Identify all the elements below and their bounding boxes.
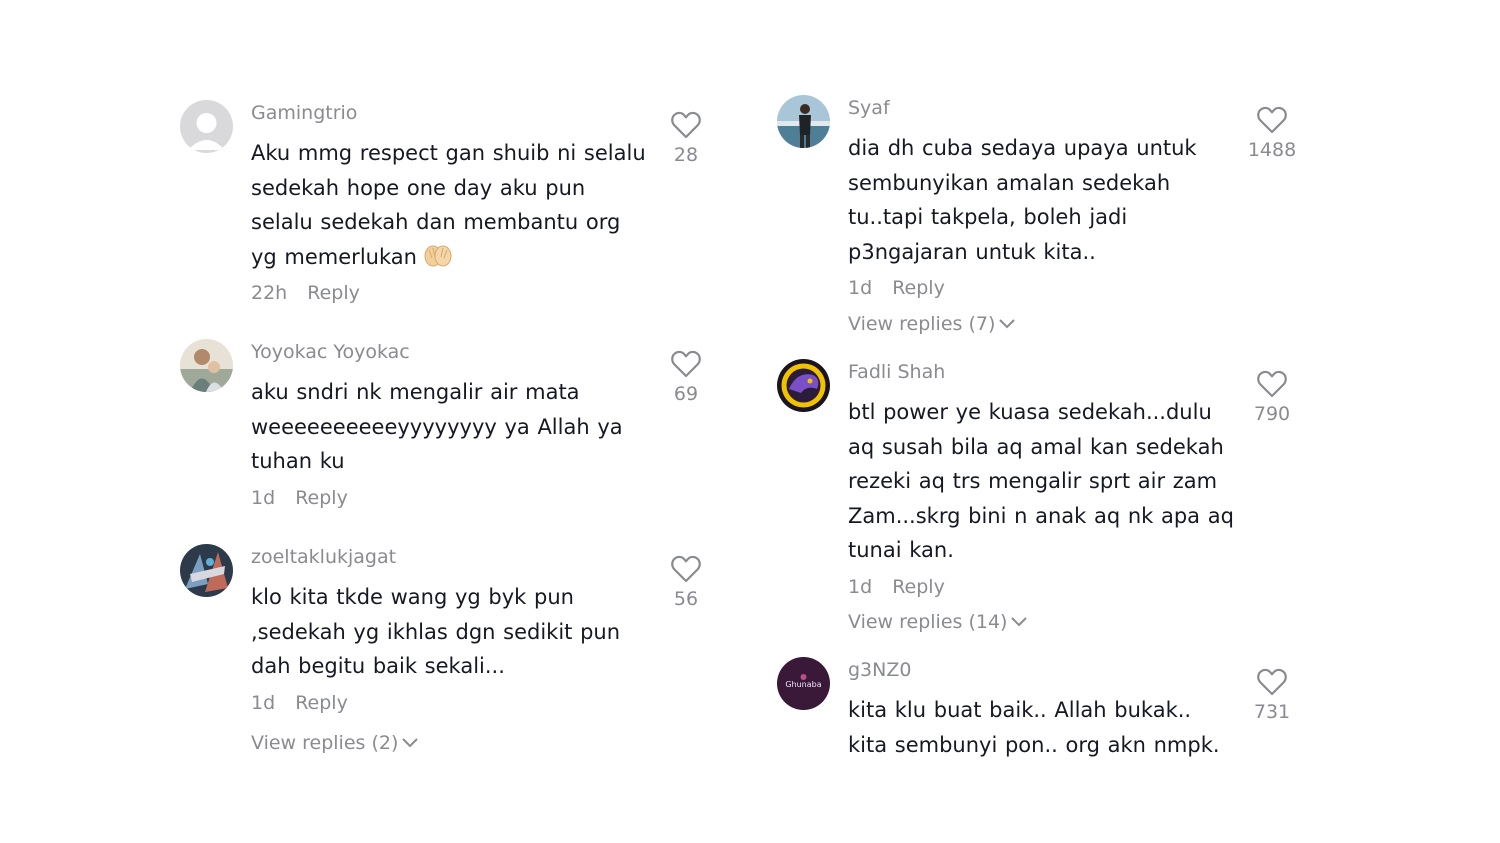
like-control: 731: [1242, 667, 1302, 725]
avatar[interactable]: [777, 359, 830, 412]
user-photo-avatar-icon: [777, 95, 830, 148]
heart-icon[interactable]: [670, 554, 702, 584]
comment-body: g3NZ0 kita klu buat baik.. Allah bukak..…: [848, 657, 1248, 762]
comment-body: Fadli Shah btl power ye kuasa sedekah...…: [848, 359, 1248, 600]
view-replies-label: View replies (14): [848, 611, 1008, 633]
user-photo-avatar-icon: [180, 544, 233, 597]
like-control: 28: [656, 110, 716, 168]
view-replies-button[interactable]: View replies (2): [251, 730, 419, 756]
comment-username[interactable]: Fadli Shah: [848, 359, 1248, 385]
view-replies-label: View replies (7): [848, 313, 996, 335]
view-replies-label: View replies (2): [251, 732, 399, 754]
like-count: 28: [673, 144, 699, 166]
reply-button[interactable]: Reply: [307, 282, 360, 304]
like-count: 56: [673, 588, 699, 610]
comment-meta: 1d Reply: [251, 690, 651, 716]
view-replies-button[interactable]: View replies (7): [848, 311, 1016, 337]
logo-avatar-icon: [777, 359, 830, 412]
comment-time: 1d: [848, 575, 873, 598]
heart-icon[interactable]: [670, 349, 702, 379]
reply-button[interactable]: Reply: [295, 692, 348, 714]
like-count: 731: [1253, 701, 1291, 723]
comment-text: Aku mmg respect gan shuib ni selalu sede…: [251, 136, 651, 274]
reply-button[interactable]: Reply: [892, 576, 945, 598]
like-count: 1488: [1247, 139, 1297, 161]
comment-body: Yoyokac Yoyokac aku sndri nk mengalir ai…: [251, 339, 651, 511]
comment-meta: 22h Reply: [251, 280, 651, 306]
comment-time: 1d: [251, 691, 276, 714]
avatar[interactable]: [180, 339, 233, 392]
comment-meta: 1d Reply: [848, 275, 1248, 301]
chevron-down-icon: [999, 319, 1016, 329]
like-count: 69: [673, 383, 699, 405]
like-control: 1488: [1242, 105, 1302, 163]
comment-text: btl power ye kuasa sedekah...dulu aq sus…: [848, 400, 1234, 562]
like-control: 69: [656, 349, 716, 407]
avatar[interactable]: [777, 95, 830, 148]
user-photo-avatar-icon: [180, 339, 233, 392]
avatar[interactable]: [180, 544, 233, 597]
comment-time: 22h: [251, 282, 288, 304]
chevron-down-icon: [1011, 617, 1028, 627]
heart-icon[interactable]: [670, 110, 702, 140]
comment-meta: 1d Reply: [251, 485, 651, 511]
comment-text: kita klu buat baik.. Allah bukak.. kita …: [848, 698, 1220, 757]
comment-username[interactable]: Gamingtrio: [251, 100, 651, 126]
default-avatar-icon: [180, 100, 233, 153]
comment-body: Gamingtrio Aku mmg respect gan shuib ni …: [251, 100, 651, 306]
reply-button[interactable]: Reply: [295, 487, 348, 509]
view-replies-button[interactable]: View replies (14): [848, 609, 1028, 635]
avatar[interactable]: Ghunaba: [777, 657, 830, 710]
comment-username[interactable]: Syaf: [848, 95, 1248, 121]
avatar-logo-text: Ghunaba: [785, 680, 821, 689]
comment-body: zoeltaklukjagat klo kita tkde wang yg by…: [251, 544, 651, 716]
like-control: 56: [656, 554, 716, 612]
reply-button[interactable]: Reply: [892, 277, 945, 299]
comment-username[interactable]: Yoyokac Yoyokac: [251, 339, 651, 365]
like-control: 790: [1242, 369, 1302, 427]
heart-icon[interactable]: [1256, 105, 1288, 135]
chevron-down-icon: [402, 738, 419, 748]
comment-meta: 1d Reply: [848, 574, 1248, 600]
comment-text: dia dh cuba sedaya upaya untuk sembunyik…: [848, 136, 1197, 264]
like-count: 790: [1253, 403, 1291, 425]
comment-username[interactable]: zoeltaklukjagat: [251, 544, 651, 570]
heart-icon[interactable]: [1256, 667, 1288, 697]
folded-hands-emoji-icon: [423, 242, 453, 268]
comment-body: Syaf dia dh cuba sedaya upaya untuk semb…: [848, 95, 1248, 301]
comment-time: 1d: [848, 277, 873, 299]
logo-avatar-icon: Ghunaba: [777, 657, 830, 710]
comment-time: 1d: [251, 486, 276, 509]
comment-text: klo kita tkde wang yg byk pun ,sedekah y…: [251, 585, 621, 678]
avatar[interactable]: [180, 100, 233, 153]
comment-username[interactable]: g3NZ0: [848, 657, 1248, 683]
heart-icon[interactable]: [1256, 369, 1288, 399]
comment-text: aku sndri nk mengalir air mata weeeeeeee…: [251, 380, 623, 473]
